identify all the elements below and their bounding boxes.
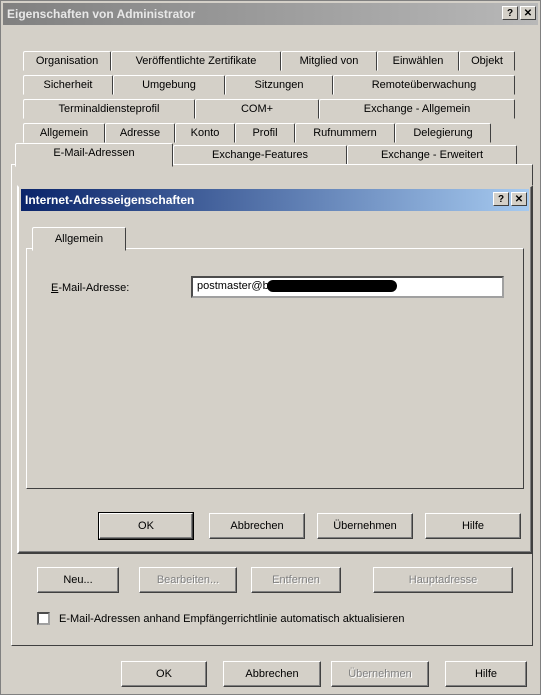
tab-objekt[interactable]: Objekt [459,51,515,71]
tab-mitglied-von[interactable]: Mitglied von [281,51,377,71]
dialog-titlebar: Internet-Adresseigenschaften ? ✕ [21,189,529,211]
properties-window: Eigenschaften von Administrator ? ✕ Orga… [0,0,541,695]
tab-exchange-erweitert[interactable]: Exchange - Erweitert [347,145,517,165]
tab-profil[interactable]: Profil [235,123,295,143]
new-button[interactable]: Neu... [37,567,119,593]
email-input[interactable]: postmaster@b [191,276,504,298]
apply-button[interactable]: Übernehmen [331,661,429,687]
tab-rufnummern[interactable]: Rufnummern [295,123,395,143]
dialog-ok-button[interactable]: OK [98,512,194,540]
tab-zertifikate[interactable]: Veröffentlichte Zertifikate [111,51,281,71]
edit-button[interactable]: Bearbeiten... [139,567,237,593]
tab-einwaehlen[interactable]: Einwählen [377,51,459,71]
dialog-help-button[interactable]: ? [493,192,509,206]
cancel-button[interactable]: Abbrechen [223,661,321,687]
tab-row-5: E-Mail-Adressen Exchange-Features Exchan… [15,143,517,167]
tab-com-plus[interactable]: COM+ [195,99,319,119]
tab-dialog-allgemein[interactable]: Allgemein [32,227,126,251]
tab-umgebung[interactable]: Umgebung [113,75,225,95]
email-label: E-Mail-Adresse: [51,282,130,294]
tab-row-3: Terminaldiensteprofil COM+ Exchange - Al… [23,99,515,119]
tab-konto[interactable]: Konto [175,123,235,143]
primary-address-button[interactable]: Hauptadresse [373,567,513,593]
tab-allgemein[interactable]: Allgemein [23,123,105,143]
tab-terminaldiensteprofil[interactable]: Terminaldiensteprofil [23,99,195,119]
tab-adresse[interactable]: Adresse [105,123,175,143]
auto-update-label[interactable]: E-Mail-Adressen anhand Empfängerrichtlin… [59,613,404,625]
auto-update-checkbox[interactable] [37,612,50,625]
tab-row-4: Allgemein Adresse Konto Profil Rufnummer… [23,123,491,143]
window-titlebar: Eigenschaften von Administrator ? ✕ [3,3,538,25]
dialog-title: Internet-Adresseigenschaften [25,193,195,207]
help-button[interactable]: ? [502,6,518,20]
remove-button[interactable]: Entfernen [251,567,341,593]
tab-email-adressen[interactable]: E-Mail-Adressen [15,143,173,167]
tab-exchange-allgemein[interactable]: Exchange - Allgemein [319,99,515,119]
tab-organisation[interactable]: Organisation [23,51,111,71]
tab-exchange-features[interactable]: Exchange-Features [173,145,347,165]
dialog-apply-button[interactable]: Übernehmen [317,513,413,539]
dialog-cancel-button[interactable]: Abbrechen [209,513,305,539]
tab-sitzungen[interactable]: Sitzungen [225,75,333,95]
tab-row-2: Sicherheit Umgebung Sitzungen Remoteüber… [23,75,515,95]
tab-row-1: Organisation Veröffentlichte Zertifikate… [23,51,515,71]
redaction-scribble [266,280,397,293]
dialog-help-text-button[interactable]: Hilfe [425,513,521,539]
email-input-value: postmaster@b [197,280,269,292]
dialog-close-icon[interactable]: ✕ [511,192,527,206]
ok-button[interactable]: OK [121,661,207,687]
close-icon[interactable]: ✕ [520,6,536,20]
window-title: Eigenschaften von Administrator [7,7,196,21]
tab-remoteueberwachung[interactable]: Remoteüberwachung [333,75,515,95]
help-text-button[interactable]: Hilfe [445,661,527,687]
internet-address-dialog: Internet-Adresseigenschaften ? ✕ Allgeme… [17,185,533,554]
tab-sicherheit[interactable]: Sicherheit [23,75,113,95]
tab-delegierung[interactable]: Delegierung [395,123,491,143]
